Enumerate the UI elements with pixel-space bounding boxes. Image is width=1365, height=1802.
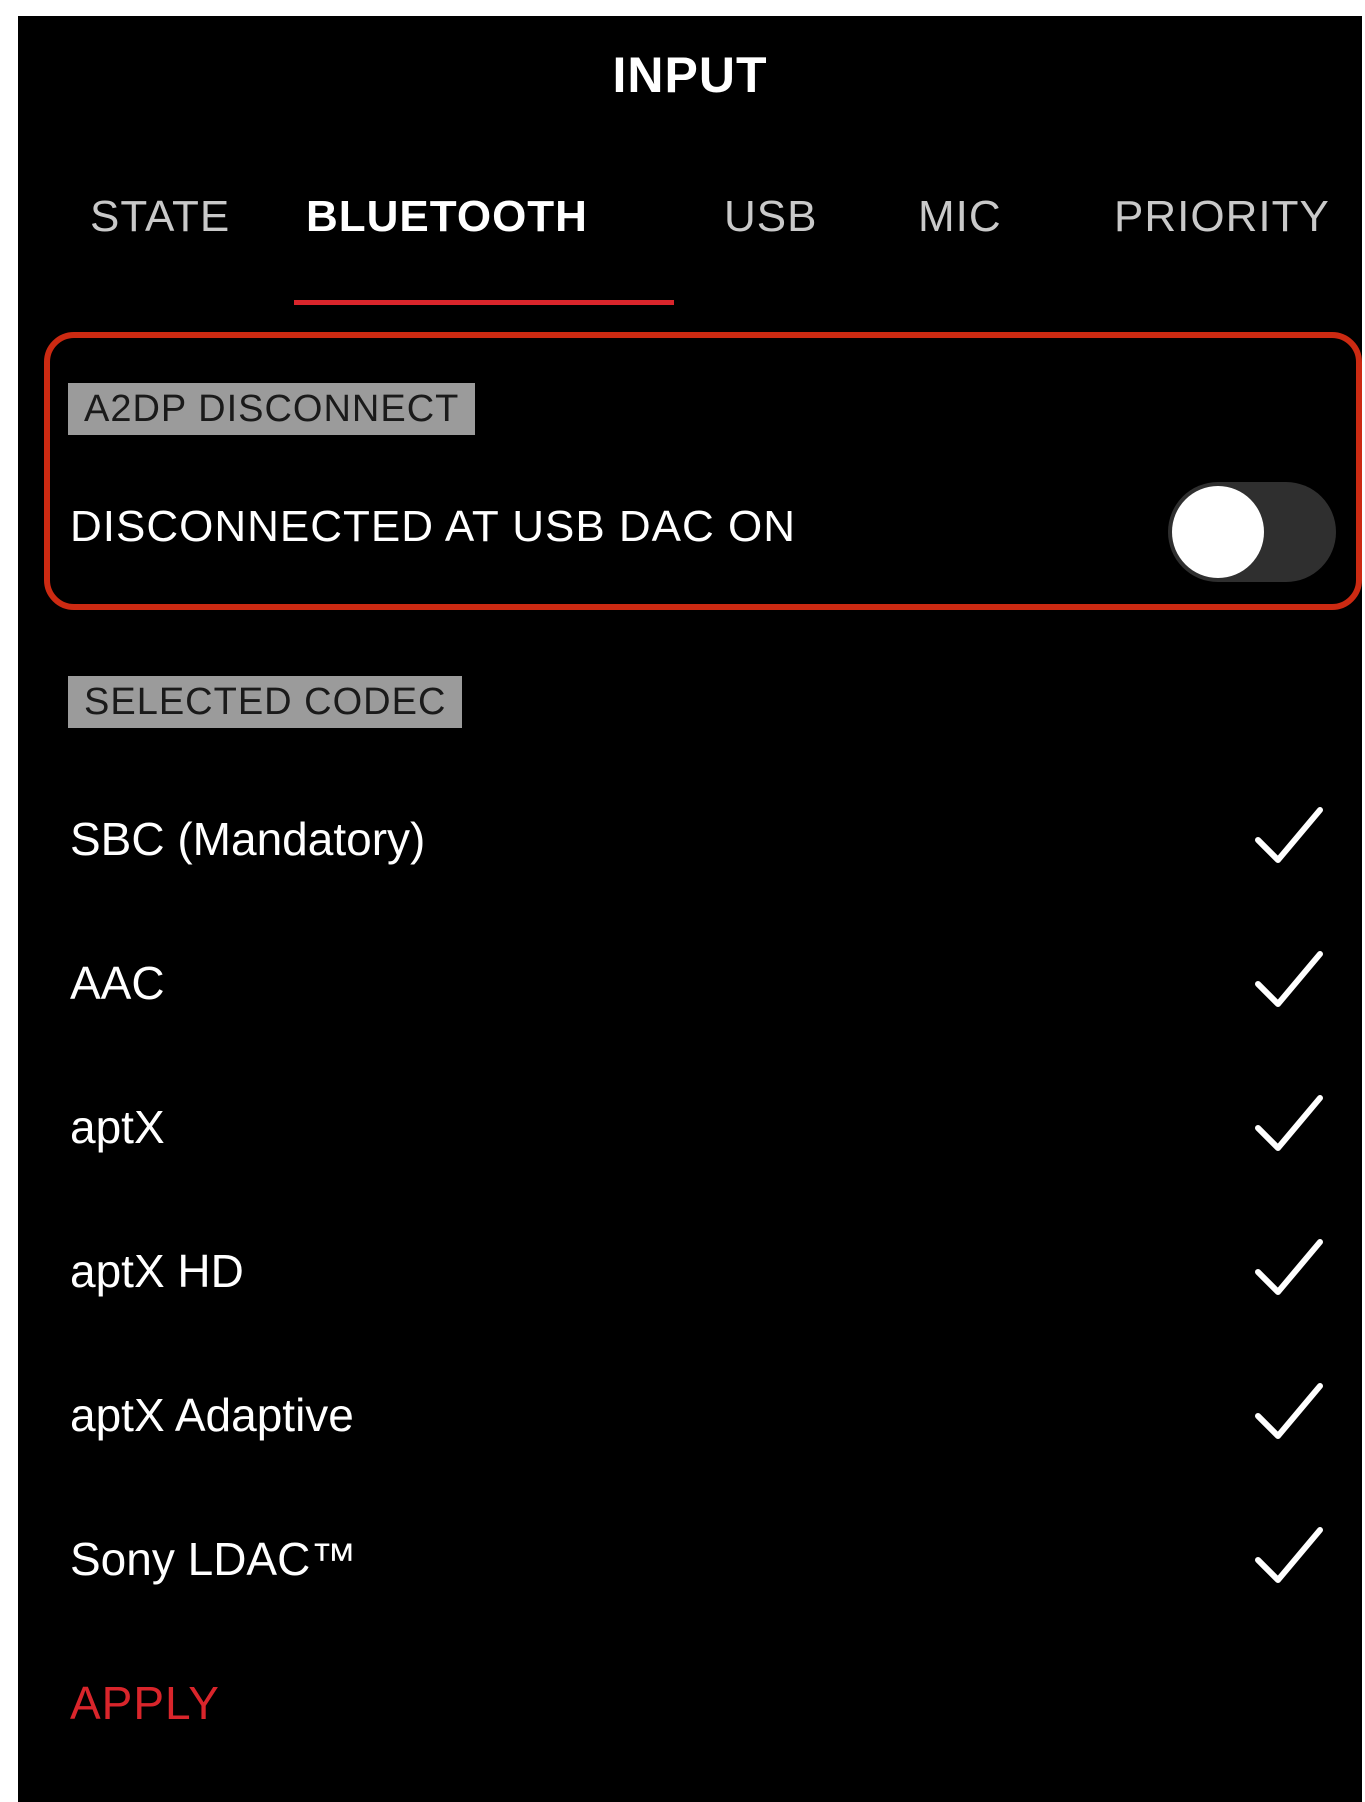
- apply-button[interactable]: APPLY: [70, 1676, 220, 1730]
- codec-name: SBC (Mandatory): [70, 813, 426, 865]
- usb-dac-disconnect-label: DISCONNECTED AT USB DAC ON: [70, 502, 797, 551]
- codec-section-label: SELECTED CODEC: [68, 676, 463, 728]
- codec-name: AAC: [70, 957, 165, 1009]
- checkmark-icon: [1255, 1383, 1323, 1439]
- checkmark-icon: [1255, 951, 1323, 1007]
- codec-row-sbc[interactable]: SBC (Mandatory): [18, 778, 1362, 898]
- tab-state[interactable]: STATE: [90, 192, 230, 242]
- codec-row-ldac[interactable]: Sony LDAC™: [18, 1498, 1362, 1618]
- codec-name: aptX: [70, 1101, 165, 1153]
- codec-row-aptx-hd[interactable]: aptX HD: [18, 1210, 1362, 1330]
- tab-bar: STATE BLUETOOTH USB MIC PRIORITY: [18, 192, 1362, 322]
- page-title: INPUT: [612, 47, 768, 103]
- active-tab-indicator: [294, 300, 674, 305]
- codec-name: aptX Adaptive: [70, 1389, 354, 1441]
- toggle-knob: [1172, 486, 1264, 578]
- a2dp-highlight-box: [44, 332, 1362, 610]
- checkmark-icon: [1255, 1527, 1323, 1583]
- checkmark-icon: [1255, 807, 1323, 863]
- tab-priority[interactable]: PRIORITY: [1114, 192, 1330, 242]
- tab-bluetooth[interactable]: BLUETOOTH: [306, 192, 588, 242]
- checkmark-icon: [1255, 1095, 1323, 1151]
- input-screen: INPUT STATE BLUETOOTH USB MIC PRIORITY A…: [18, 16, 1362, 1802]
- tab-usb[interactable]: USB: [724, 192, 817, 242]
- a2dp-section-label: A2DP DISCONNECT: [68, 383, 476, 435]
- codec-row-aptx-adaptive[interactable]: aptX Adaptive: [18, 1354, 1362, 1474]
- checkmark-icon: [1255, 1239, 1323, 1295]
- codec-name: Sony LDAC™: [70, 1533, 357, 1585]
- codec-name: aptX HD: [70, 1245, 244, 1297]
- usb-dac-disconnect-toggle[interactable]: [1168, 482, 1336, 582]
- tab-mic[interactable]: MIC: [918, 192, 1002, 242]
- codec-row-aac[interactable]: AAC: [18, 922, 1362, 1042]
- codec-row-aptx[interactable]: aptX: [18, 1066, 1362, 1186]
